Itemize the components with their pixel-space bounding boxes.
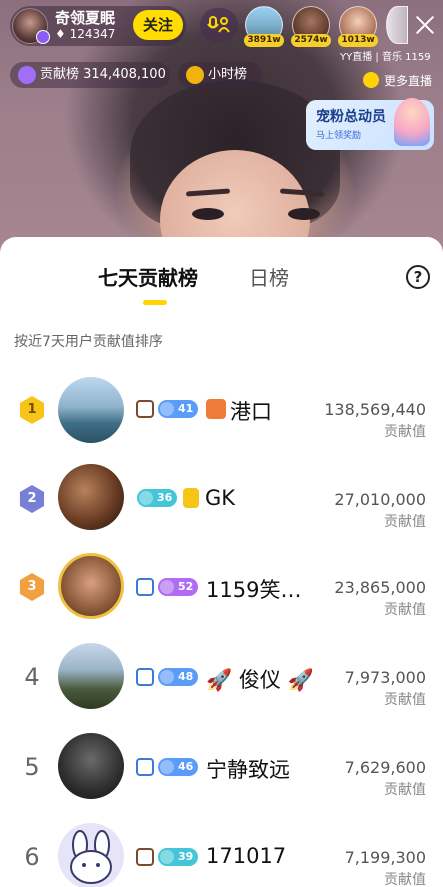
contribution-score-label: 贡献值 [384,514,426,530]
rank-number: 6 [24,843,40,871]
video-eye-left [192,208,224,220]
rank-number: 4 [24,663,40,691]
leaderboard-row[interactable]: 1 41 港口 138,569,440 贡献值 [0,365,443,455]
rank-badge-bronze: 3 [19,573,45,601]
host-fans-value: 124347 [69,27,116,41]
fan-badge-icon [183,488,199,508]
user-name: 1159笑… [206,578,302,602]
user-name: 港口 [230,400,272,424]
host-verified-icon [36,30,50,44]
avatar[interactable] [58,823,124,887]
viewer-count-badge: 3891w [244,34,284,47]
user-level-badge: 46 [158,758,199,776]
avatar[interactable] [58,733,124,799]
contribution-score: 27,010,000 [334,490,426,509]
user-level-badge: 36 [137,489,178,507]
user-level-value: 36 [157,491,173,504]
top-viewer-avatar[interactable] [386,6,408,44]
viewer-count-badge: 1013w [338,34,378,47]
contribution-score: 7,973,000 [344,668,426,687]
promo-character-icon [394,98,430,146]
rank-number: 5 [24,753,40,781]
leaderboard-row[interactable]: 4 48 🚀 俊仪 🚀 7,973,000 贡献值 [0,635,443,725]
flame-icon: ♦ [55,27,70,41]
noble-level-icon [136,668,154,686]
mic-icon [207,16,230,33]
more-live-link[interactable]: 更多直播 [384,72,432,89]
noble-level-icon [136,578,154,596]
user-level-value: 48 [178,670,194,683]
leaderboard-row[interactable]: 5 46 宁静致远 7,629,600 贡献值 [0,725,443,815]
contribution-score: 138,569,440 [324,400,426,419]
help-icon[interactable]: ? [406,265,430,289]
viewer-count-badge: 2574w [291,34,331,47]
contribution-score-label: 贡献值 [384,602,426,618]
noble-level-icon [136,400,154,418]
user-name: GK [205,486,236,510]
active-tab-indicator [143,300,167,305]
user-name: 宁静致远 [206,758,290,782]
user-level-value: 46 [178,760,194,773]
contribution-score-label: 贡献值 [384,692,426,708]
promo-title: 宠粉总动员 [316,109,386,125]
chevron-right-icon [363,72,379,88]
user-level-badge: 41 [158,400,199,418]
user-level-value: 41 [178,402,194,415]
contribution-score-label: 贡献值 [384,424,426,440]
contribution-score-label: 贡献值 [384,782,426,798]
heart-shield-icon [160,760,174,774]
ranking-description: 按近7天用户贡献值排序 [14,334,163,350]
avatar[interactable] [58,553,124,619]
contribution-score: 7,629,600 [344,758,426,777]
mic-link-button[interactable] [200,8,238,42]
leaderboard-row[interactable]: 3 52 1159笑… 23,865,000 贡献值 [0,545,443,635]
leaderboard-row[interactable]: 2 36 GK 27,010,000 贡献值 [0,455,443,545]
user-level-badge: 39 [158,848,199,866]
leaderboard-row[interactable]: 6 39 171017 7,199,300 贡献值 [0,815,443,887]
host-name: 奇领夏眠 [55,9,116,27]
user-level-badge: 48 [158,668,199,686]
promo-subtitle: 马上领奖励 [316,131,362,141]
user-level-badge: 52 [158,578,199,596]
close-icon[interactable] [412,12,438,38]
contribution-score: 23,865,000 [334,578,426,597]
user-level-value: 52 [178,580,194,593]
tab-seven-day[interactable]: 七天贡献榜 [98,262,198,291]
noble-level-icon [136,758,154,776]
video-eye-right [288,208,320,220]
host-fans-count: ♦ 124347 [55,27,115,41]
user-name: 171017 [206,844,287,868]
fan-badge-icon [206,399,226,419]
rank-badge-silver: 2 [19,485,45,513]
heart-shield-icon [160,402,174,416]
bunny-avatar-icon [70,830,112,884]
avatar[interactable] [58,377,124,443]
crown-icon [186,66,204,84]
contribution-score-label: 贡献值 [384,872,426,887]
heart-shield-icon [139,491,153,505]
user-level-value: 39 [178,850,194,863]
tab-daily[interactable]: 日榜 [249,262,289,291]
avatar[interactable] [58,643,124,709]
avatar[interactable] [58,464,124,530]
follow-button[interactable]: 关注 [133,10,183,40]
heart-shield-icon [160,850,174,864]
heart-shield-icon [160,670,174,684]
noble-level-icon [136,848,154,866]
diamond-icon [18,66,36,84]
user-name: 🚀 俊仪 🚀 [206,668,314,692]
rank-badge-gold: 1 [19,396,45,424]
contribution-score: 7,199,300 [344,848,426,867]
heart-shield-icon [160,580,174,594]
channel-info: YY直播 | 音乐 1159 [340,52,431,63]
